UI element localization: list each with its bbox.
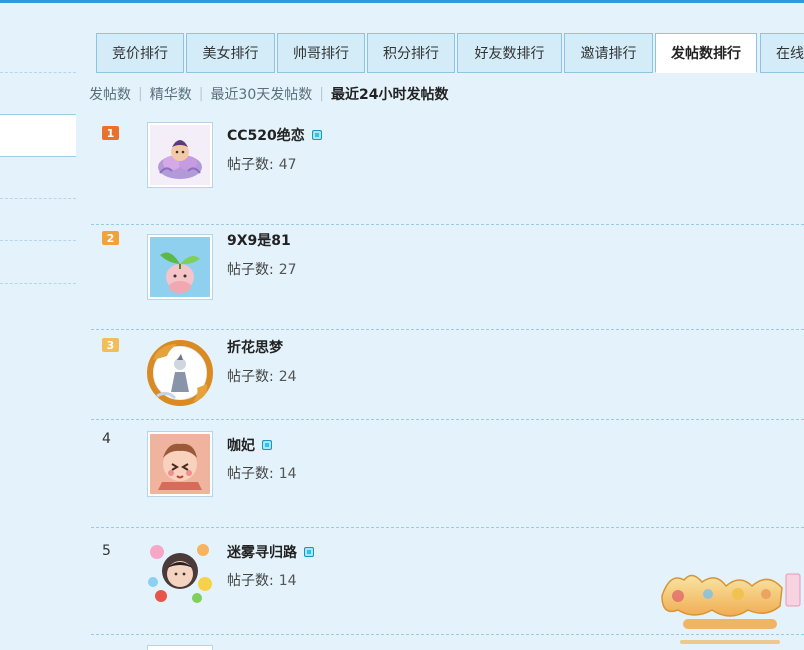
tab-posts-ranking[interactable]: 发帖数排行 bbox=[655, 33, 757, 73]
user-avatar[interactable] bbox=[147, 340, 213, 406]
username: 折花思梦 bbox=[227, 340, 283, 356]
post-count: 帖子数: 47 bbox=[227, 154, 297, 174]
username-link[interactable]: 9X9是81 bbox=[227, 230, 291, 250]
sub-navigation: 发帖数 | 精华数 | 最近30天发帖数 | 最近24小时发帖数 bbox=[89, 84, 448, 104]
tab-handsome-ranking[interactable]: 帅哥排行 bbox=[277, 33, 365, 73]
dragon-frame-avatar-icon bbox=[147, 340, 213, 406]
ranking-row: 1 CC520绝恋 帖子数: 47 bbox=[91, 118, 804, 225]
purple-creature-avatar-icon bbox=[150, 125, 210, 185]
subnav-separator: | bbox=[138, 86, 143, 102]
username: 9X9是81 bbox=[227, 233, 291, 249]
vip-icon bbox=[262, 440, 272, 450]
ranking-row: 2 9X9是81 帖子数: 27 bbox=[91, 223, 804, 330]
username: CC520绝恋 bbox=[227, 128, 305, 144]
sidebar-active-item[interactable] bbox=[0, 114, 76, 157]
username-link[interactable]: 咖妃 bbox=[227, 435, 272, 455]
user-avatar[interactable] bbox=[147, 431, 213, 497]
ranking-row: 4 咖妃 帖子数: 14 bbox=[91, 421, 804, 528]
leaf-sprout-avatar-icon bbox=[150, 237, 210, 297]
post-count: 帖子数: 27 bbox=[227, 259, 297, 279]
rank-number: 4 bbox=[102, 431, 111, 447]
tab-invite-ranking[interactable]: 邀请排行 bbox=[564, 33, 653, 73]
user-avatar[interactable] bbox=[147, 234, 213, 300]
rank-badge: 3 bbox=[102, 338, 119, 352]
post-count-label: 帖子数: bbox=[227, 157, 274, 173]
username-link[interactable]: CC520绝恋 bbox=[227, 125, 322, 145]
rank-badge: 2 bbox=[102, 231, 119, 245]
vip-icon bbox=[311, 130, 322, 140]
left-sidebar bbox=[0, 0, 76, 650]
user-avatar[interactable] bbox=[147, 645, 213, 650]
post-count-value: 47 bbox=[278, 157, 297, 173]
post-count-label: 帖子数: bbox=[227, 573, 274, 589]
tab-friends-ranking[interactable]: 好友数排行 bbox=[457, 33, 562, 73]
subnav-separator: | bbox=[319, 86, 324, 102]
top-accent-bar bbox=[0, 0, 804, 3]
post-count: 帖子数: 14 bbox=[227, 463, 297, 483]
tab-bid-ranking[interactable]: 竞价排行 bbox=[96, 33, 184, 73]
tab-beauty-ranking[interactable]: 美女排行 bbox=[186, 33, 275, 73]
tab-points-ranking[interactable]: 积分排行 bbox=[367, 33, 455, 73]
subnav-separator: | bbox=[198, 86, 204, 102]
sidebar-divider bbox=[0, 240, 76, 241]
user-avatar[interactable] bbox=[147, 122, 213, 188]
post-count-label: 帖子数: bbox=[227, 262, 274, 278]
username: 迷雾寻归路 bbox=[227, 545, 297, 561]
subnav-24-hours[interactable]: 最近24小时发帖数 bbox=[331, 84, 448, 104]
post-count-label: 帖子数: bbox=[227, 369, 274, 385]
rank-badge: 1 bbox=[102, 126, 119, 140]
post-count-value: 14 bbox=[278, 466, 297, 482]
user-avatar[interactable] bbox=[147, 538, 213, 604]
sidebar-divider bbox=[0, 72, 76, 73]
post-count-value: 14 bbox=[278, 573, 297, 589]
post-count-label: 帖子数: bbox=[227, 466, 274, 482]
balloon-girl-avatar-icon bbox=[148, 544, 212, 603]
subnav-30-days[interactable]: 最近30天发帖数 bbox=[210, 84, 312, 104]
subnav-digest[interactable]: 精华数 bbox=[150, 84, 192, 104]
username-link[interactable]: 折花思梦 bbox=[227, 337, 283, 357]
ranking-tabs: 竞价排行 美女排行 帅哥排行 积分排行 好友数排行 邀请排行 发帖数排行 在线 bbox=[96, 33, 804, 73]
post-count-value: 24 bbox=[278, 369, 297, 385]
site-watermark-logo bbox=[656, 566, 804, 650]
post-count-value: 27 bbox=[278, 262, 297, 278]
sidebar-divider bbox=[0, 198, 76, 199]
cartoon-face-avatar-icon bbox=[150, 434, 210, 494]
post-count: 帖子数: 24 bbox=[227, 366, 297, 386]
post-count: 帖子数: 14 bbox=[227, 570, 297, 590]
vip-icon bbox=[304, 547, 314, 557]
rank-number: 5 bbox=[102, 543, 111, 559]
username: 咖妃 bbox=[227, 438, 255, 454]
subnav-posts[interactable]: 发帖数 bbox=[89, 84, 131, 104]
sidebar-divider bbox=[0, 283, 76, 284]
ranking-row: 3 折花思梦 帖子数: 24 bbox=[91, 330, 804, 420]
fantasy-westward-logo-icon bbox=[661, 573, 801, 644]
username-link[interactable]: 迷雾寻归路 bbox=[227, 542, 314, 562]
tab-online-ranking[interactable]: 在线 bbox=[760, 33, 804, 73]
